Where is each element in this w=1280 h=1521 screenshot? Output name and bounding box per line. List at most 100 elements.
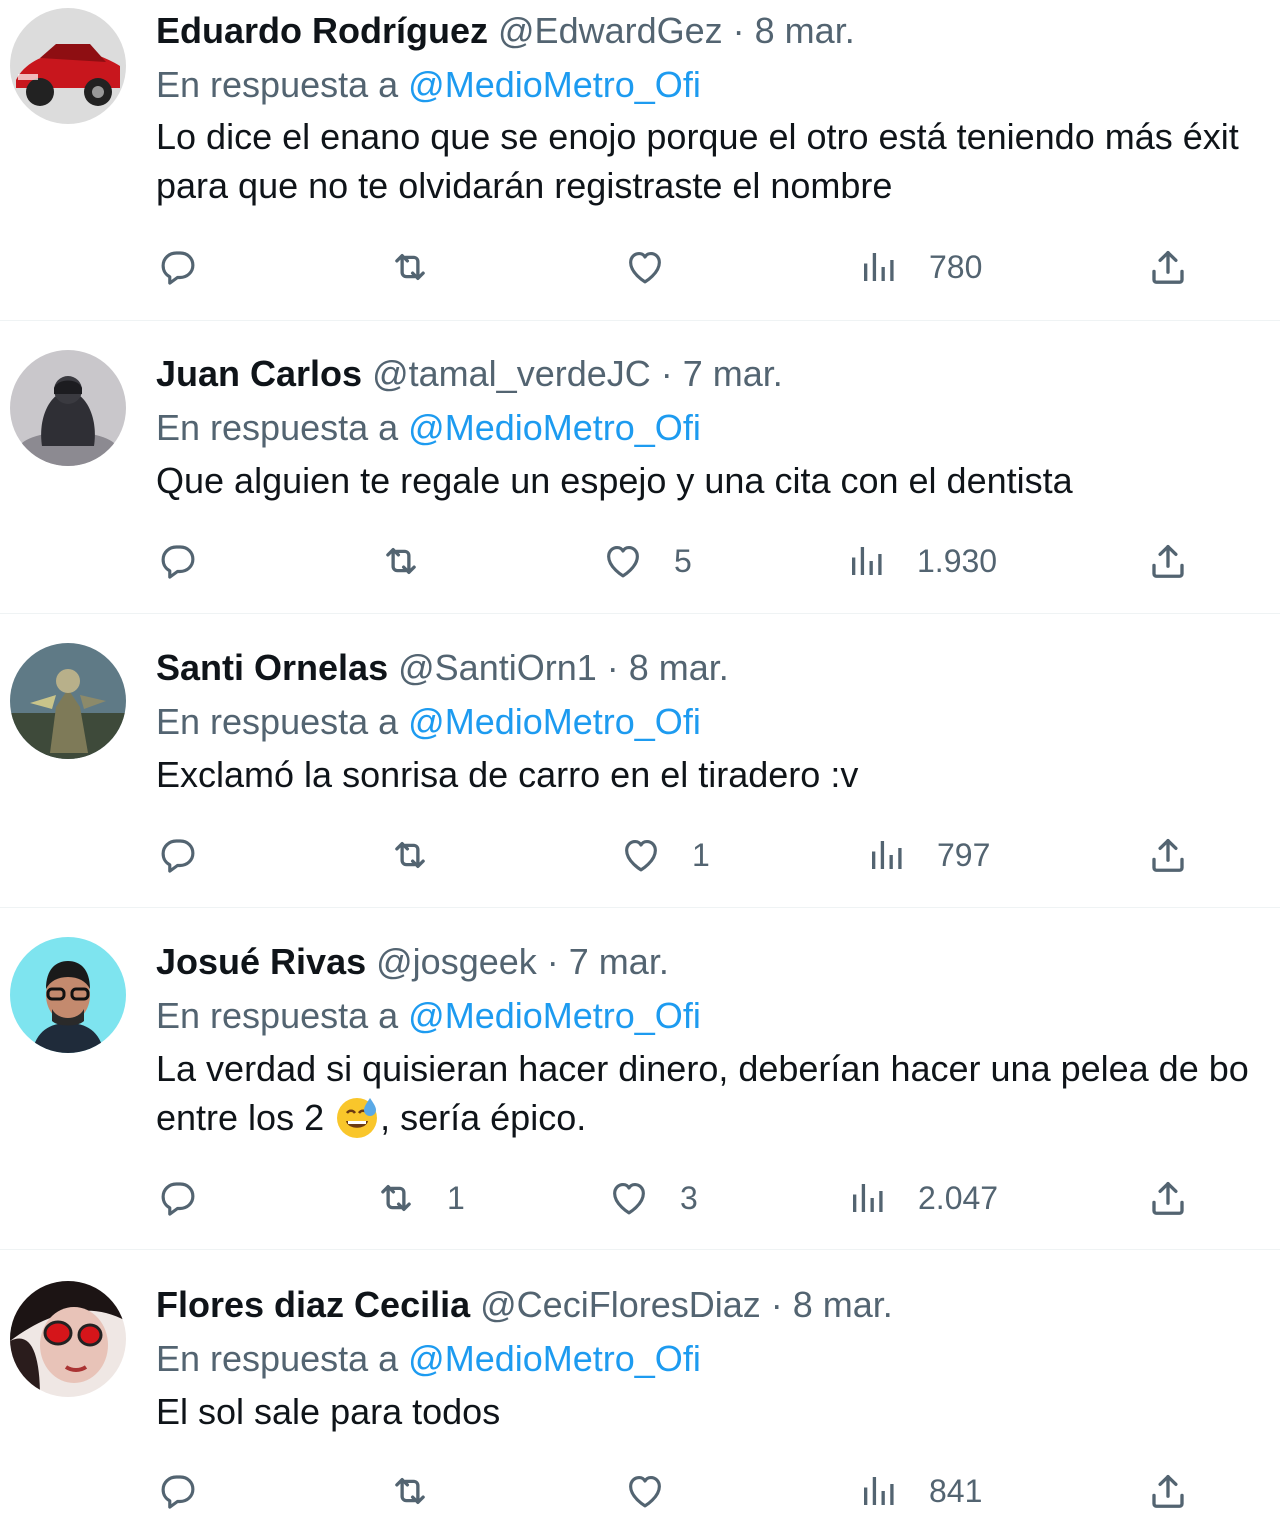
views-button[interactable]: 780 [857, 237, 982, 297]
retweet-button[interactable]: 1 [375, 1168, 465, 1228]
tweet-date[interactable]: · 8 mar. [607, 647, 729, 688]
views-count: 780 [929, 248, 983, 285]
views-count: 1.930 [917, 542, 998, 579]
tweet-2[interactable]: Juan Carlos @tamal_verdeJC · 7 mar. En r… [0, 320, 1280, 614]
tweet-actions: 5 1.930 [0, 531, 1280, 591]
tweet-text-line: entre los 2 , sería épico. [156, 1094, 586, 1142]
reply-bubble-icon [157, 1177, 199, 1219]
tweet-actions: 1 797 [0, 825, 1280, 885]
replying-to-label: En respuesta a [156, 995, 399, 1036]
author-handle[interactable]: @josgeek [376, 941, 537, 982]
reply-bubble-icon [157, 540, 199, 582]
share-button[interactable] [1147, 531, 1189, 591]
replying-to-label: En respuesta a [156, 701, 399, 742]
author-handle[interactable]: @SantiOrn1 [398, 647, 597, 688]
avatar-red-car[interactable] [10, 8, 126, 124]
tweet-date[interactable]: · 7 mar. [661, 353, 783, 394]
reply-bubble-icon [157, 1470, 199, 1512]
tweet-actions: 1 3 2.047 [0, 1168, 1280, 1228]
grinning-sweat-emoji [337, 1098, 378, 1138]
tweet-date[interactable]: · 8 mar. [733, 10, 855, 51]
heart-icon [620, 834, 662, 876]
replying-to-label: En respuesta a [156, 64, 399, 105]
mention-link[interactable]: @MedioMetro_Ofi [408, 64, 701, 105]
retweet-button[interactable] [389, 1461, 431, 1521]
tweet-text-fragment: entre los 2 [156, 1097, 325, 1138]
tweet-text-line: Exclamó la sonrisa de carro en el tirade… [156, 754, 859, 795]
retweet-button[interactable] [389, 825, 431, 885]
views-bars-icon [857, 246, 899, 288]
author-name[interactable]: Flores diaz Cecilia [156, 1284, 470, 1325]
views-bars-icon [865, 834, 907, 876]
likes-count: 5 [674, 542, 692, 579]
retweet-icon [389, 834, 431, 876]
heart-icon [602, 540, 644, 582]
retweet-button[interactable] [380, 531, 422, 591]
likes-count: 3 [680, 1179, 698, 1216]
like-button[interactable]: 1 [620, 825, 710, 885]
tweet-1[interactable]: Eduardo Rodríguez @EdwardGez · 8 mar. En… [0, 0, 1280, 321]
author-handle[interactable]: @tamal_verdeJC [372, 353, 651, 394]
like-button[interactable]: 3 [608, 1168, 698, 1228]
replying-to-label: En respuesta a [156, 407, 399, 448]
retweet-icon [389, 246, 431, 288]
author-name[interactable]: Santi Ornelas [156, 647, 388, 688]
likes-count: 1 [692, 836, 710, 873]
heart-icon [624, 1470, 666, 1512]
tweet-actions: 780 [0, 237, 1280, 297]
share-upload-icon [1147, 834, 1189, 876]
reply-button[interactable] [157, 1168, 199, 1228]
views-bars-icon [846, 1177, 888, 1219]
views-button[interactable]: 1.930 [845, 531, 997, 591]
avatar-game-character[interactable] [10, 643, 126, 759]
views-bars-icon [857, 1470, 899, 1512]
replying-to-label: En respuesta a [156, 1338, 399, 1379]
retweet-button[interactable] [389, 237, 431, 297]
tweet-text-line: Que alguien te regale un espejo y una ci… [156, 460, 1073, 501]
reply-button[interactable] [157, 825, 199, 885]
tweet-text-line: para que no te olvidarán registraste el … [156, 165, 893, 206]
views-count: 2.047 [918, 1179, 999, 1216]
like-button[interactable] [624, 1461, 666, 1521]
tweet-5[interactable]: Flores diaz Cecilia @CeciFloresDiaz · 8 … [0, 1249, 1280, 1509]
reply-button[interactable] [157, 237, 199, 297]
retweets-count: 1 [447, 1179, 465, 1216]
mention-link[interactable]: @MedioMetro_Ofi [408, 995, 701, 1036]
heart-icon [608, 1177, 650, 1219]
views-button[interactable]: 2.047 [846, 1168, 998, 1228]
tweet-text-fragment: , sería épico. [380, 1097, 587, 1138]
author-handle[interactable]: @EdwardGez [498, 10, 723, 51]
mention-link[interactable]: @MedioMetro_Ofi [408, 701, 701, 742]
views-button[interactable]: 797 [865, 825, 990, 885]
avatar-hooded-person[interactable] [10, 350, 126, 466]
heart-icon [624, 246, 666, 288]
tweet-3[interactable]: Santi Ornelas @SantiOrn1 · 8 mar. En res… [0, 613, 1280, 908]
views-button[interactable]: 841 [857, 1461, 982, 1521]
like-button[interactable]: 5 [602, 531, 692, 591]
share-upload-icon [1147, 1177, 1189, 1219]
reply-bubble-icon [157, 246, 199, 288]
tweet-4[interactable]: Josué Rivas @josgeek · 7 mar. En respues… [0, 907, 1280, 1250]
tweet-text-line: La verdad si quisieran hacer dinero, deb… [156, 1048, 1249, 1089]
views-bars-icon [845, 540, 887, 582]
mention-link[interactable]: @MedioMetro_Ofi [408, 407, 701, 448]
tweet-date[interactable]: · 8 mar. [771, 1284, 893, 1325]
retweet-icon [375, 1177, 417, 1219]
author-name[interactable]: Juan Carlos [156, 353, 362, 394]
share-button[interactable] [1147, 1461, 1189, 1521]
share-button[interactable] [1147, 1168, 1189, 1228]
share-button[interactable] [1147, 825, 1189, 885]
author-name[interactable]: Josué Rivas [156, 941, 366, 982]
like-button[interactable] [624, 237, 666, 297]
share-button[interactable] [1147, 237, 1189, 297]
avatar-glasses-man[interactable] [10, 937, 126, 1053]
author-name[interactable]: Eduardo Rodríguez [156, 10, 488, 51]
reply-button[interactable] [157, 531, 199, 591]
mention-link[interactable]: @MedioMetro_Ofi [408, 1338, 701, 1379]
tweet-date[interactable]: · 7 mar. [547, 941, 669, 982]
author-handle[interactable]: @CeciFloresDiaz [480, 1284, 761, 1325]
share-upload-icon [1147, 1470, 1189, 1512]
reply-button[interactable] [157, 1461, 199, 1521]
share-upload-icon [1147, 246, 1189, 288]
avatar-woman-red-glasses[interactable] [10, 1281, 126, 1397]
